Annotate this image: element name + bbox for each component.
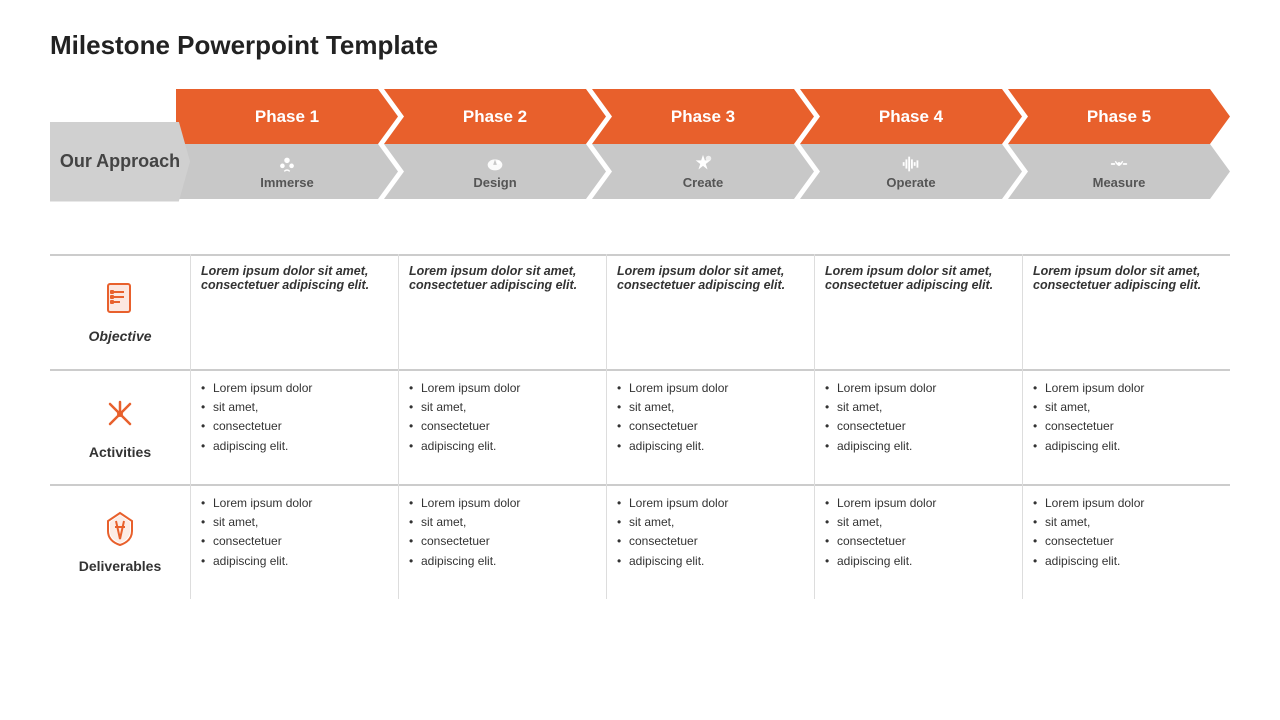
phase-3-sublabel: Create	[592, 144, 814, 199]
approach-label: Our Approach	[50, 122, 190, 202]
obj-cell-5: Lorem ipsum dolor sit amet, consectetuer…	[1023, 254, 1230, 369]
objective-text: Objective	[88, 328, 151, 344]
del-cell-4: Lorem ipsum dolor sit amet, consectetuer…	[815, 484, 1022, 599]
activities-text: Activities	[89, 444, 151, 460]
page: Milestone Powerpoint Template Our Approa…	[0, 0, 1280, 720]
data-col-1: Lorem ipsum dolor sit amet, consectetuer…	[190, 254, 398, 599]
phase-4: Phase 4 Operate	[800, 89, 1022, 234]
phase-5-sublabel: Measure	[1008, 144, 1230, 199]
operate-icon	[900, 153, 922, 175]
data-col-3: Lorem ipsum dolor sit amet, consectetuer…	[606, 254, 814, 599]
activities-icon	[101, 395, 139, 440]
data-columns: Lorem ipsum dolor sit amet, consectetuer…	[190, 254, 1230, 599]
phase-3-label: Phase 3	[592, 89, 814, 144]
data-table: Objective Activities	[50, 254, 1230, 599]
phase-4-label: Phase 4	[800, 89, 1022, 144]
row-labels: Objective Activities	[50, 254, 190, 599]
phase-3: Phase 3 Create	[592, 89, 814, 234]
design-icon	[484, 153, 506, 175]
data-col-4: Lorem ipsum dolor sit amet, consectetuer…	[814, 254, 1022, 599]
del-cell-1: Lorem ipsum dolor sit amet, consectetuer…	[191, 484, 398, 599]
obj-cell-1: Lorem ipsum dolor sit amet, consectetuer…	[191, 254, 398, 369]
del-cell-2: Lorem ipsum dolor sit amet, consectetuer…	[399, 484, 606, 599]
data-col-2: Lorem ipsum dolor sit amet, consectetuer…	[398, 254, 606, 599]
objective-icon	[102, 281, 138, 324]
del-cell-3: Lorem ipsum dolor sit amet, consectetuer…	[607, 484, 814, 599]
immerse-icon	[276, 153, 298, 175]
phase-4-sublabel: Operate	[800, 144, 1022, 199]
obj-cell-2: Lorem ipsum dolor sit amet, consectetuer…	[399, 254, 606, 369]
create-icon	[692, 153, 714, 175]
deliverables-icon	[104, 511, 136, 554]
obj-cell-3: Lorem ipsum dolor sit amet, consectetuer…	[607, 254, 814, 369]
act-cell-4: Lorem ipsum dolor sit amet, consectetuer…	[815, 369, 1022, 484]
deliverables-text: Deliverables	[79, 558, 162, 574]
data-col-5: Lorem ipsum dolor sit amet, consectetuer…	[1022, 254, 1230, 599]
act-cell-2: Lorem ipsum dolor sit amet, consectetuer…	[399, 369, 606, 484]
phase-5: Phase 5 Measure	[1008, 89, 1230, 234]
phase-5-label: Phase 5	[1008, 89, 1230, 144]
act-cell-1: Lorem ipsum dolor sit amet, consectetuer…	[191, 369, 398, 484]
phase-2: Phase 2 Design	[384, 89, 606, 234]
measure-icon	[1108, 153, 1130, 175]
phase-1-label: Phase 1	[176, 89, 398, 144]
del-cell-5: Lorem ipsum dolor sit amet, consectetuer…	[1023, 484, 1230, 599]
act-cell-5: Lorem ipsum dolor sit amet, consectetuer…	[1023, 369, 1230, 484]
phase-2-label: Phase 2	[384, 89, 606, 144]
phase-1: Phase 1 Immerse	[176, 89, 398, 234]
activities-label-cell: Activities	[50, 369, 190, 484]
deliverables-label-cell: Deliverables	[50, 484, 190, 599]
page-title: Milestone Powerpoint Template	[50, 30, 1230, 61]
act-cell-3: Lorem ipsum dolor sit amet, consectetuer…	[607, 369, 814, 484]
phase-1-sublabel: Immerse	[176, 144, 398, 199]
obj-cell-4: Lorem ipsum dolor sit amet, consectetuer…	[815, 254, 1022, 369]
objective-label-cell: Objective	[50, 254, 190, 369]
phase-2-sublabel: Design	[384, 144, 606, 199]
phases-diagram: Our Approach Phase 1 Immerse Phase 2	[50, 89, 1230, 234]
